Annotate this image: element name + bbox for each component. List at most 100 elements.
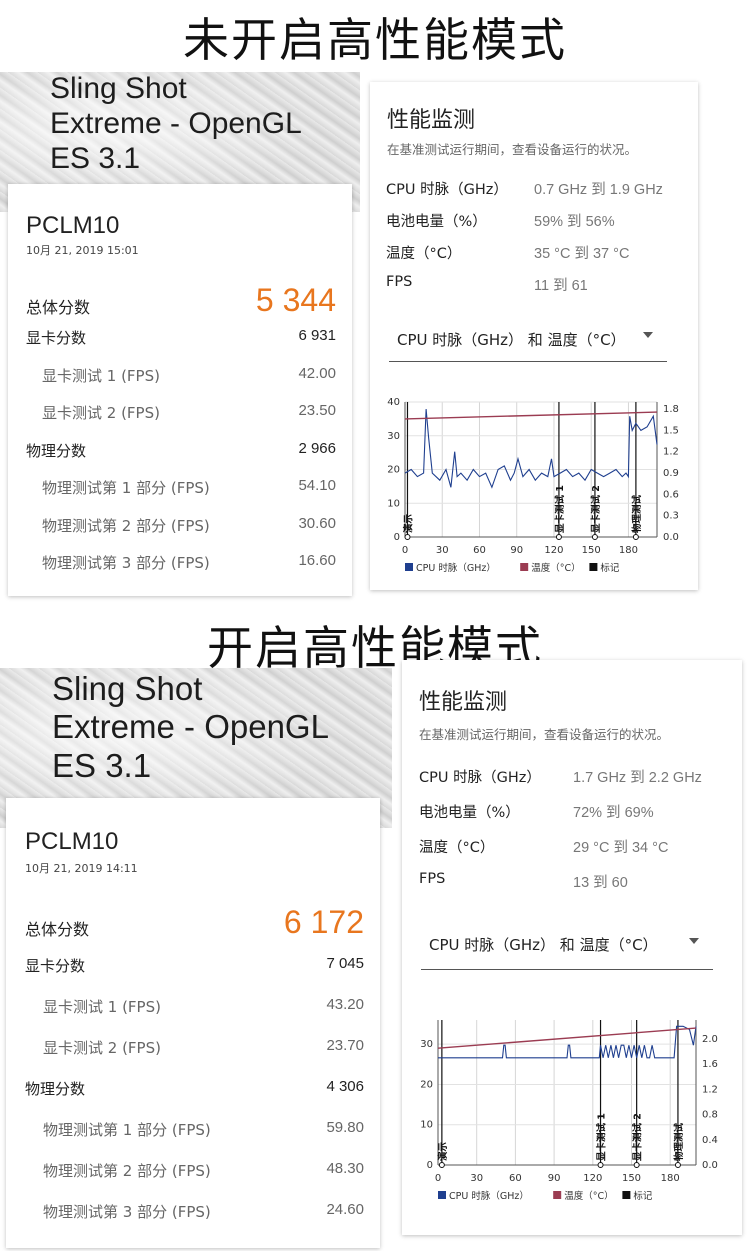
chart-metric-dropdown[interactable]: CPU 时脉（GHz） 和 温度（°C） bbox=[389, 324, 667, 362]
y-right-tick-label: 1.8 bbox=[663, 404, 679, 415]
score-card: PCLM10 10月 21, 2019 14:11 总体分数 6 172 显卡分… bbox=[6, 798, 380, 1248]
stat-label: CPU 时脉（GHz） bbox=[419, 770, 541, 786]
score-subrow: 显卡测试 2 (FPS) 23.50 bbox=[8, 402, 352, 432]
stat-value: 29 °C 到 34 °C bbox=[573, 840, 669, 856]
score-label: 物理测试第 1 部分 (FPS) bbox=[43, 1121, 211, 1139]
dropdown-selected-value: CPU 时脉（GHz） 和 温度（°C） bbox=[397, 331, 626, 349]
marker-label: 显卡测试 2 bbox=[632, 1113, 644, 1161]
stat-label: 电池电量（%） bbox=[386, 214, 487, 230]
legend-swatch bbox=[622, 1191, 631, 1199]
test-title-line: Sling Shot bbox=[52, 670, 203, 707]
marker-dot bbox=[597, 1162, 604, 1168]
legend-label: 温度（°C） bbox=[531, 562, 580, 574]
y-left-tick-label: 0 bbox=[394, 532, 400, 543]
score-label: 显卡测试 1 (FPS) bbox=[42, 366, 160, 385]
y-right-tick-label: 0.0 bbox=[663, 532, 679, 543]
y-left-tick-label: 30 bbox=[387, 431, 400, 442]
score-value: 24.60 bbox=[326, 1201, 364, 1218]
x-tick-label: 90 bbox=[510, 545, 523, 556]
y-left-tick-label: 40 bbox=[387, 397, 400, 408]
stat-value: 13 到 60 bbox=[573, 875, 628, 891]
score-label: 显卡测试 2 (FPS) bbox=[42, 404, 160, 422]
score-label: 物理分数 bbox=[25, 1080, 86, 1098]
stat-label: 电池电量（%） bbox=[419, 805, 520, 821]
legend-label: 标记 bbox=[633, 1190, 653, 1202]
legend-label: CPU 时脉（GHz） bbox=[416, 562, 496, 574]
score-value: 4 306 bbox=[326, 1078, 364, 1095]
legend-swatch bbox=[438, 1191, 446, 1199]
y-right-tick-label: 0.3 bbox=[663, 511, 679, 522]
series-line bbox=[404, 409, 658, 489]
score-value: 7 045 bbox=[326, 955, 364, 972]
marker-dot bbox=[555, 534, 562, 540]
section-heading-off: 未开启高性能模式 bbox=[183, 13, 567, 67]
y-right-tick-label: 1.2 bbox=[702, 1084, 718, 1095]
total-score-value: 5 344 bbox=[255, 282, 336, 318]
score-card: PCLM10 10月 21, 2019 15:01 总体分数 5 344 显卡分… bbox=[8, 184, 352, 596]
score-subrow: 物理测试第 2 部分 (FPS) 30.60 bbox=[8, 515, 352, 545]
marker-label: 物理测试 bbox=[673, 1122, 685, 1161]
marker-label: 显卡测试 1 bbox=[554, 485, 566, 533]
score-label: 显卡分数 bbox=[26, 329, 87, 347]
chart-metric-dropdown[interactable]: CPU 时脉（GHz） 和 温度（°C） bbox=[421, 926, 713, 970]
x-tick-label: 180 bbox=[619, 545, 638, 556]
x-tick-label: 60 bbox=[473, 545, 486, 556]
score-value: 16.60 bbox=[298, 552, 336, 569]
score-value: 6 931 bbox=[298, 327, 336, 344]
stat-label: 温度（°C） bbox=[386, 246, 462, 262]
test-title: Sling Shot Extreme - OpenGL ES 3.1 bbox=[52, 670, 329, 785]
y-right-tick-label: 0.0 bbox=[702, 1160, 718, 1171]
marker-dot bbox=[438, 1162, 445, 1168]
y-right-tick-label: 1.2 bbox=[663, 447, 679, 458]
score-value: 2 966 bbox=[298, 439, 336, 457]
score-value: 48.30 bbox=[326, 1160, 364, 1177]
marker-label: 演示 bbox=[437, 1142, 449, 1162]
test-title-line: Sling Shot bbox=[50, 72, 187, 105]
y-right-tick-label: 1.5 bbox=[663, 425, 679, 436]
test-title-line: ES 3.1 bbox=[50, 141, 141, 175]
x-tick-label: 30 bbox=[436, 545, 449, 556]
score-label: 物理分数 bbox=[26, 441, 87, 460]
total-score-label: 总体分数 bbox=[25, 920, 90, 939]
score-value: 23.70 bbox=[326, 1037, 364, 1054]
marker-label: 演示 bbox=[402, 514, 414, 534]
total-score-row: 总体分数 5 344 bbox=[8, 282, 352, 324]
x-tick-label: 150 bbox=[622, 1173, 641, 1184]
total-score-value: 6 172 bbox=[283, 904, 364, 940]
device-name: PCLM10 bbox=[25, 828, 119, 855]
test-title-line: Extreme - OpenGL bbox=[52, 708, 329, 746]
score-subrow: 显卡测试 1 (FPS) 42.00 bbox=[8, 365, 352, 395]
marker-label: 物理测试 bbox=[631, 494, 643, 533]
performance-chart: 0 30 60 90 120 150 180 0 10 20 30 40 0.0 0.3 0.6 0.9 1.2… bbox=[387, 397, 679, 574]
marker-dot bbox=[632, 534, 639, 540]
x-tick-label: 0 bbox=[402, 545, 408, 556]
score-label: 物理测试第 2 部分 (FPS) bbox=[42, 516, 210, 535]
test-date: 10月 21, 2019 15:01 bbox=[26, 244, 139, 257]
stat-value: 35 °C 到 37 °C bbox=[534, 246, 630, 262]
score-subrow: 物理测试第 1 部分 (FPS) 54.10 bbox=[8, 477, 352, 507]
monitor-title: 性能监测 bbox=[387, 108, 476, 133]
marker-dot bbox=[404, 534, 411, 540]
stat-value: 11 到 61 bbox=[534, 278, 588, 294]
y-right-tick-label: 1.6 bbox=[702, 1059, 718, 1070]
score-value: 42.00 bbox=[298, 364, 336, 382]
stat-label: FPS bbox=[386, 274, 413, 290]
stat-label: FPS bbox=[419, 871, 446, 887]
score-label: 物理测试第 2 部分 (FPS) bbox=[43, 1162, 211, 1180]
x-tick-label: 150 bbox=[582, 545, 601, 556]
score-value: 59.80 bbox=[326, 1119, 364, 1136]
score-value: 30.60 bbox=[298, 514, 336, 532]
score-subrow: 物理测试第 1 部分 (FPS) 59.80 bbox=[6, 1119, 380, 1149]
score-subrow: 物理测试第 3 部分 (FPS) 24.60 bbox=[6, 1201, 380, 1231]
score-subrow: 显卡测试 1 (FPS) 43.20 bbox=[6, 996, 380, 1026]
dropdown-selected-value: CPU 时脉（GHz） 和 温度（°C） bbox=[429, 936, 658, 954]
performance-monitor-card: 性能监测 在基准测试运行期间，查看设备运行的状况。 CPU 时脉（GHz） 0.7… bbox=[370, 82, 698, 590]
test-title-line: ES 3.1 bbox=[52, 746, 152, 784]
x-tick-label: 60 bbox=[509, 1173, 522, 1184]
x-tick-label: 120 bbox=[544, 545, 563, 556]
score-row: 显卡分数 7 045 bbox=[6, 955, 380, 985]
legend-swatch bbox=[589, 563, 598, 571]
x-tick-label: 90 bbox=[548, 1173, 561, 1184]
y-right-tick-label: 0.9 bbox=[663, 468, 679, 479]
marker-dot bbox=[633, 1162, 640, 1168]
